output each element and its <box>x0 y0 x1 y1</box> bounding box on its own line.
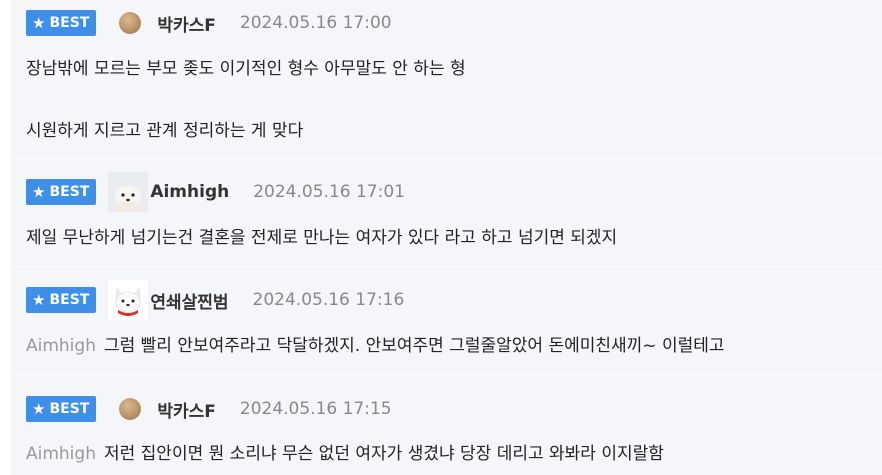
mention-link[interactable]: Aimhigh <box>26 444 96 464</box>
badge-label: BEST <box>49 401 90 417</box>
comment-item: ★ BEST 박카스F 2024.05.16 17:00 장남밖에 모르는 부모… <box>11 0 882 158</box>
star-icon: ★ <box>32 13 46 32</box>
white-fox-avatar-icon <box>108 172 149 215</box>
comment-item: ★ BEST Aimhigh 2024.05.16 17:01 제일 무난하게 … <box>11 159 882 266</box>
comment-text: 저런 집안이면 뭔 소리냐 무슨 없던 여자가 생겼냐 당장 데리고 와봐라 이… <box>103 444 664 464</box>
badge-label: BEST <box>49 292 90 308</box>
comment-date: 2024.05.16 17:01 <box>253 182 405 202</box>
comment-text-line: 시원하게 지르고 관계 정리하는 게 맞다 <box>26 121 304 141</box>
comment-text-line: Aimhigh 그럼 빨리 안보여주라고 닥달하겠지. 안보여주면 그럴줄알았어 … <box>26 331 725 356</box>
comment-text-line: Aimhigh 저런 집안이면 뭔 소리냐 무슨 없던 여자가 생겼냐 당장 데리… <box>26 439 664 464</box>
comment-header: ★ BEST 박카스F 2024.05.16 17:00 <box>26 9 392 37</box>
comment-text: 그럼 빨리 안보여주라고 닥달하겠지. 안보여주면 그럴줄알았어 돈에미친새끼~… <box>103 336 725 356</box>
comment-header: ★ BEST Aimhigh 2024.05.16 17:01 <box>26 172 405 215</box>
author-name[interactable]: 박카스F <box>157 397 216 422</box>
best-badge: ★ BEST <box>26 179 97 205</box>
comment-date: 2024.05.16 17:16 <box>252 290 405 310</box>
badge-label: BEST <box>49 184 90 200</box>
comment-item: ★ BEST 박카스F 2024.05.16 17:15 Aimhigh 저런 집… <box>11 375 882 475</box>
comment-date: 2024.05.16 17:15 <box>239 399 392 419</box>
comment-header: ★ BEST 박카스F 2024.05.16 17:15 <box>26 395 392 423</box>
author-name[interactable]: Aimhigh <box>150 182 229 202</box>
comment-header: ★ BEST 연쇄살찐범 2024.05.16 17:16 <box>26 280 405 320</box>
star-icon: ★ <box>32 182 46 201</box>
author-name[interactable]: 연쇄살찐범 <box>150 288 228 313</box>
comment-text-line: 제일 무난하게 넘기는건 결혼을 전제로 만나는 여자가 있다 라고 하고 넘기… <box>26 228 618 248</box>
comment-text-line: 장남밖에 모르는 부모 좆도 이기적인 형수 아무말도 안 하는 형 <box>26 59 466 79</box>
avatar[interactable] <box>119 398 142 420</box>
comment-item: ★ BEST 연쇄살찐범 2024.05.16 17:16 Aimhigh 그럼… <box>11 267 882 374</box>
best-badge: ★ BEST <box>26 10 97 36</box>
best-badge: ★ BEST <box>26 287 97 313</box>
badge-label: BEST <box>49 15 90 31</box>
white-dog-avatar-icon <box>108 280 149 320</box>
comment-list: ★ BEST 박카스F 2024.05.16 17:00 장남밖에 모르는 부모… <box>0 0 882 475</box>
avatar[interactable] <box>108 172 149 215</box>
best-badge: ★ BEST <box>26 396 97 422</box>
author-name[interactable]: 박카스F <box>157 11 216 36</box>
star-icon: ★ <box>32 290 46 309</box>
avatar[interactable] <box>108 280 149 320</box>
star-icon: ★ <box>32 399 46 418</box>
comment-date: 2024.05.16 17:00 <box>239 13 392 33</box>
mention-link[interactable]: Aimhigh <box>26 336 96 356</box>
avatar[interactable] <box>119 12 142 34</box>
